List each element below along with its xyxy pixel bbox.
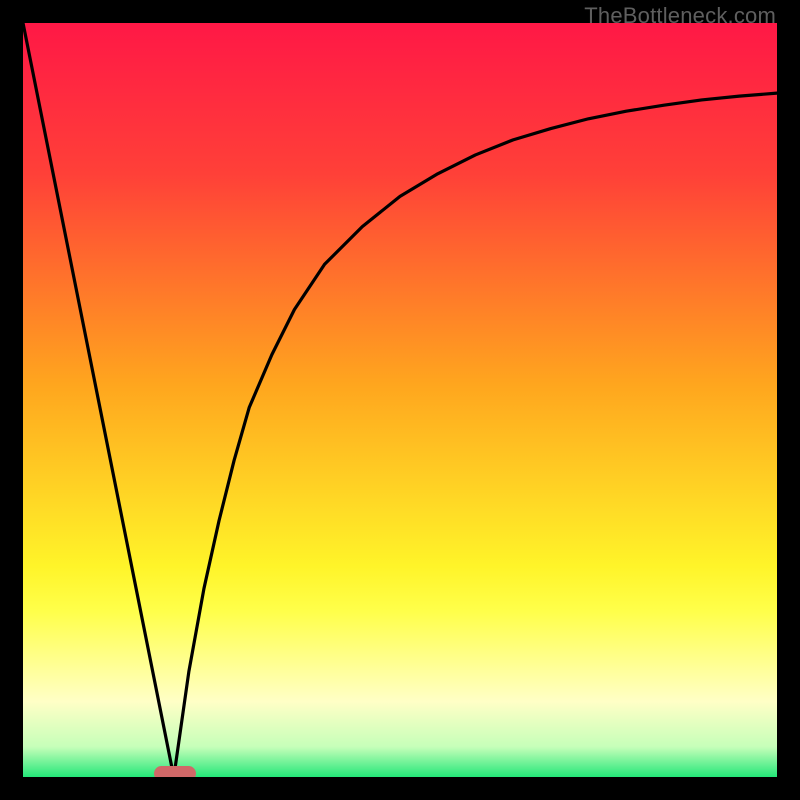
minimum-marker xyxy=(154,766,196,777)
watermark-text: TheBottleneck.com xyxy=(584,3,776,29)
chart-frame: TheBottleneck.com xyxy=(0,0,800,800)
plot-area xyxy=(23,23,777,777)
bottleneck-curve xyxy=(23,23,777,777)
